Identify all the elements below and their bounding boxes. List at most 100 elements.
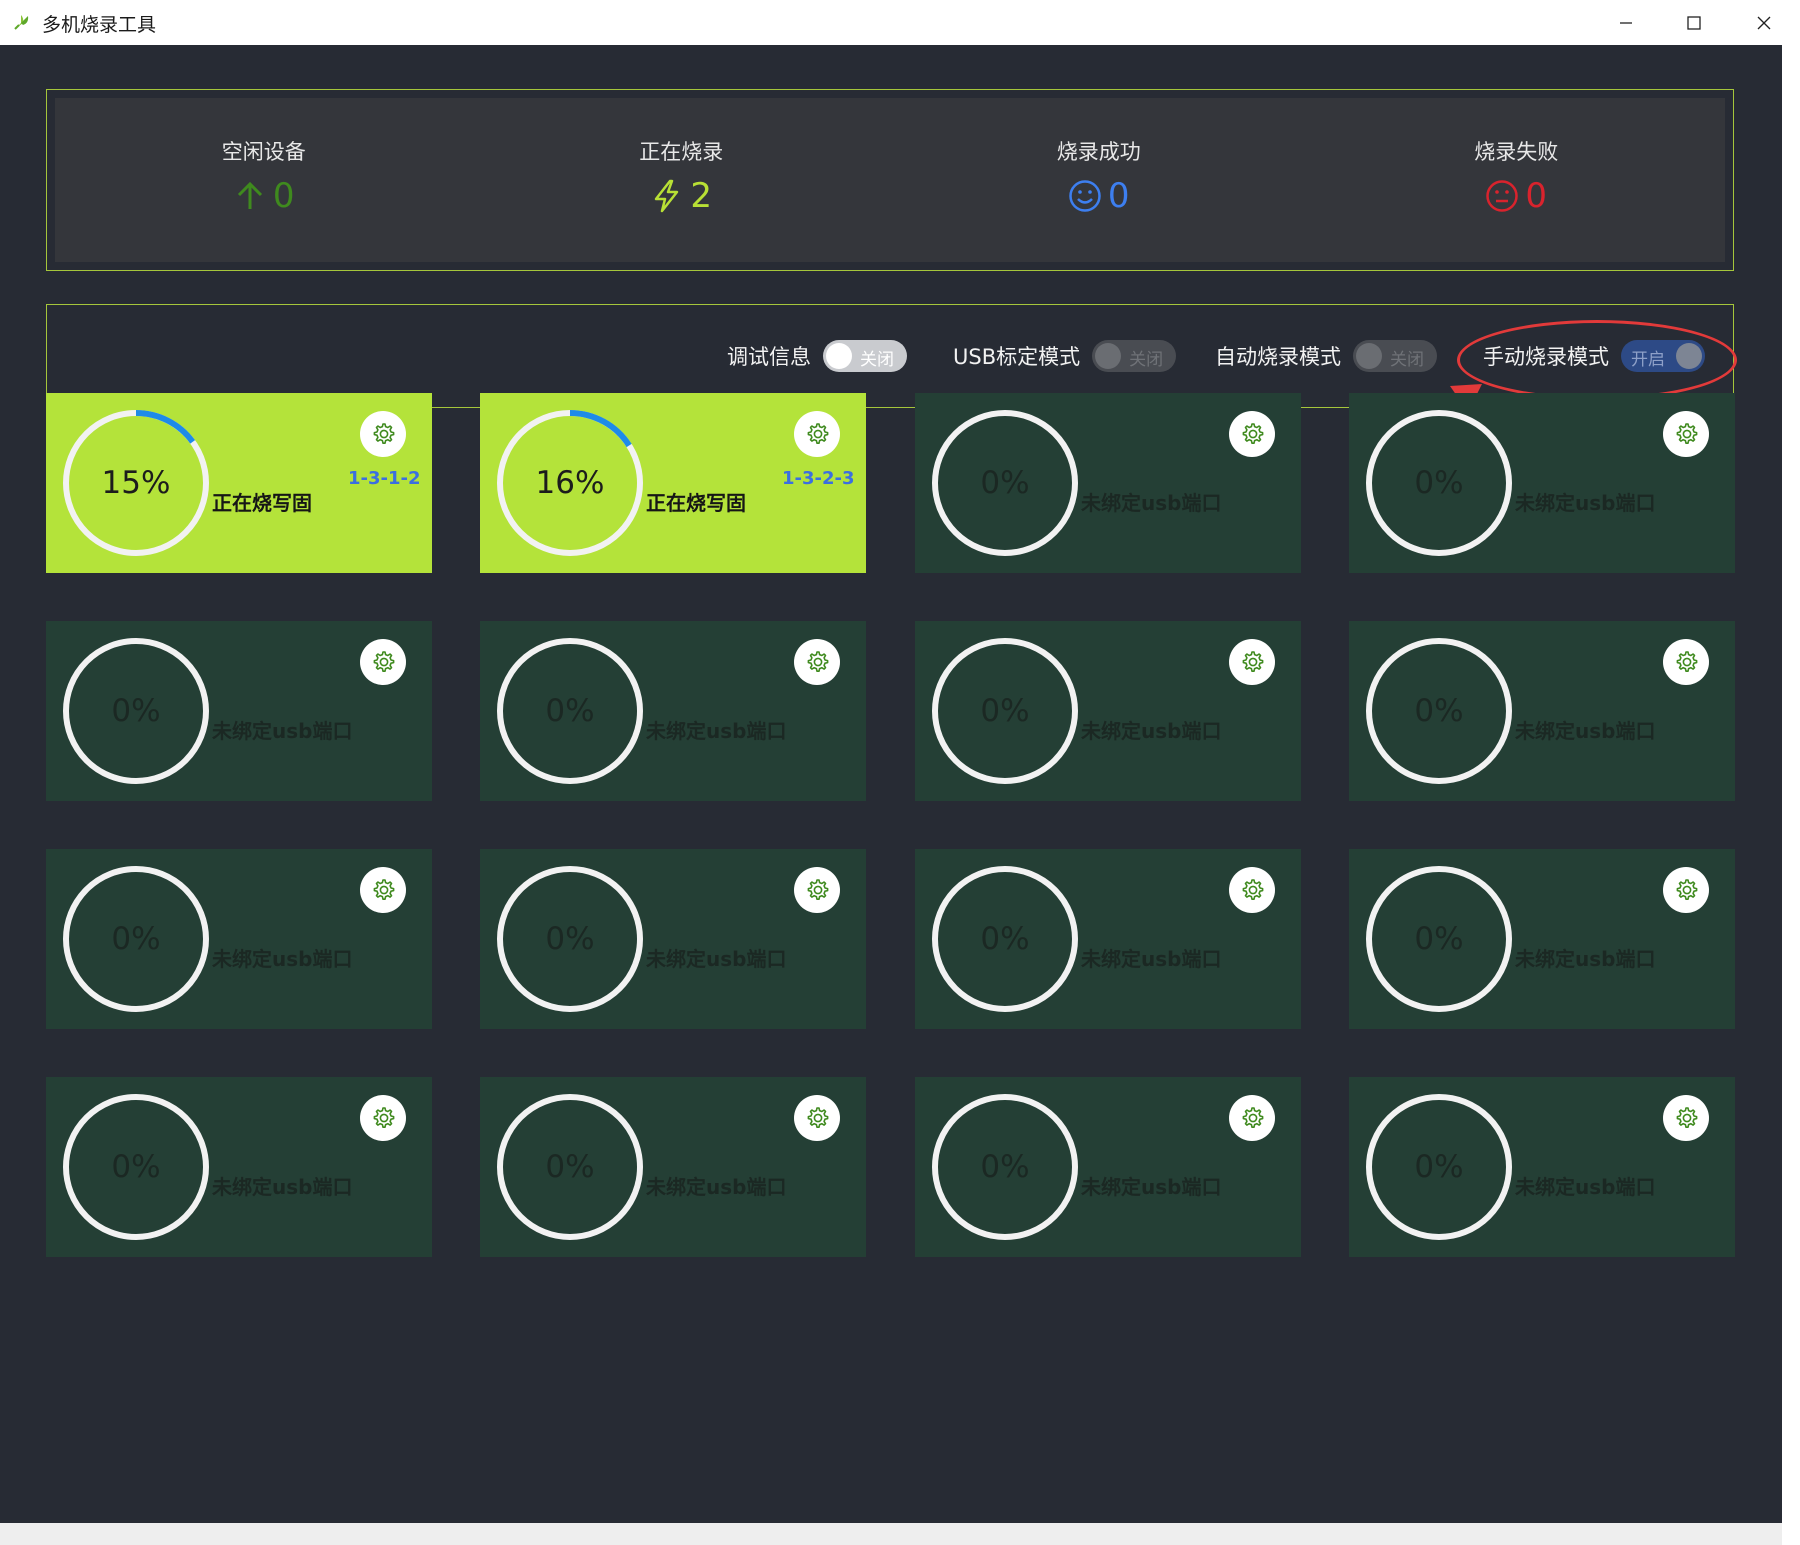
toggle-label: 自动烧录模式 (1215, 345, 1341, 369)
device-status: 正在烧写固 (212, 491, 312, 515)
device-settings-button[interactable] (360, 867, 406, 913)
stat-label: 空闲设备 (221, 140, 306, 164)
device-settings-button[interactable] (360, 411, 406, 457)
device-settings-button[interactable] (360, 1095, 406, 1141)
gear-icon (807, 879, 829, 900)
device-settings-button[interactable] (1229, 1095, 1275, 1141)
switch-state-text: 关闭 (1390, 350, 1424, 370)
device-settings-button[interactable] (1229, 411, 1275, 457)
window-edge (1782, 45, 1800, 1545)
progress-percent: 0% (545, 693, 595, 729)
toggle-usb-calibration: USB标定模式 关闭 (953, 340, 1177, 372)
progress-percent: 0% (1414, 465, 1464, 501)
stat-value: 0 (1525, 176, 1548, 216)
usb-calibration-switch[interactable]: 关闭 (1092, 340, 1177, 372)
device-card[interactable]: 0% 未绑定usb端口 (480, 1077, 866, 1257)
gear-icon (1242, 1107, 1264, 1128)
device-card[interactable]: 0% 未绑定usb端口 (46, 621, 432, 801)
gear-icon (373, 1107, 395, 1128)
device-status: 正在烧写固 (646, 491, 746, 515)
gear-icon (373, 651, 395, 672)
lightning-icon (655, 179, 679, 213)
stat-value: 2 (690, 176, 713, 216)
device-card[interactable]: 0% 未绑定usb端口 (46, 849, 432, 1029)
device-settings-button[interactable] (794, 1095, 840, 1141)
device-settings-button[interactable] (1663, 867, 1709, 913)
device-settings-button[interactable] (1229, 639, 1275, 685)
device-card[interactable]: 15% 正在烧写固 1-3-1-2 (46, 393, 432, 573)
switch-state-text: 关闭 (1129, 350, 1164, 370)
switch-state-text: 关闭 (860, 350, 894, 370)
device-settings-button[interactable] (794, 411, 840, 457)
stat-failed: 烧录失败 0 (1308, 98, 1726, 262)
progress-percent: 0% (111, 1149, 161, 1185)
device-card[interactable]: 0% 未绑定usb端口 (1349, 621, 1735, 801)
progress-percent: 0% (111, 693, 161, 729)
progress-percent: 0% (1414, 693, 1464, 729)
device-settings-button[interactable] (1229, 867, 1275, 913)
device-card[interactable]: 0% 未绑定usb端口 (480, 621, 866, 801)
device-card[interactable]: 0% 未绑定usb端口 (46, 1077, 432, 1257)
bottom-strip (0, 1523, 1782, 1545)
auto-burn-switch[interactable]: 关闭 (1353, 340, 1437, 372)
device-status: 未绑定usb端口 (646, 947, 787, 971)
gear-icon (807, 423, 829, 444)
stat-success: 烧录成功 0 (890, 98, 1308, 262)
device-settings-button[interactable] (794, 867, 840, 913)
device-card[interactable]: 0% 未绑定usb端口 (915, 1077, 1301, 1257)
stats-panel: 空闲设备 0 正在烧录 2 烧录成功 0 烧录失败 0 (46, 89, 1734, 271)
device-card[interactable]: 0% 未绑定usb端口 (1349, 849, 1735, 1029)
progress-percent: 0% (111, 921, 161, 957)
device-status: 未绑定usb端口 (1081, 719, 1222, 743)
smile-icon (1069, 180, 1101, 212)
switch-knob (1095, 343, 1122, 369)
device-status: 未绑定usb端口 (1515, 491, 1656, 515)
gear-icon (1676, 1107, 1698, 1128)
gear-icon (1676, 651, 1698, 672)
device-settings-button[interactable] (1663, 411, 1709, 457)
device-status: 未绑定usb端口 (212, 719, 353, 743)
gear-icon (373, 423, 395, 444)
device-settings-button[interactable] (794, 639, 840, 685)
device-settings-button[interactable] (360, 639, 406, 685)
debug-info-switch[interactable]: 关闭 (823, 340, 907, 372)
device-card[interactable]: 0% 未绑定usb端口 (915, 849, 1301, 1029)
stat-value: 0 (1107, 176, 1130, 216)
neutral-face-icon (1486, 180, 1519, 212)
progress-percent: 0% (980, 693, 1030, 729)
progress-percent: 0% (980, 465, 1030, 501)
stat-burning: 正在烧录 2 (473, 98, 891, 262)
device-status: 未绑定usb端口 (1515, 719, 1656, 743)
device-card[interactable]: 0% 未绑定usb端口 (1349, 1077, 1735, 1257)
device-card[interactable]: 0% 未绑定usb端口 (480, 849, 866, 1029)
maximize-button[interactable] (1662, 0, 1726, 45)
device-card[interactable]: 0% 未绑定usb端口 (1349, 393, 1735, 573)
progress-percent: 0% (1414, 1149, 1464, 1185)
close-icon (1757, 16, 1771, 29)
gear-icon (1242, 651, 1264, 672)
device-status: 未绑定usb端口 (1081, 947, 1222, 971)
device-status: 未绑定usb端口 (1515, 947, 1656, 971)
device-card[interactable]: 0% 未绑定usb端口 (915, 621, 1301, 801)
app-logo-icon (14, 15, 29, 30)
gear-icon (373, 879, 395, 900)
main-area: 空闲设备 0 正在烧录 2 烧录成功 0 烧录失败 0 调试信息 关闭 USB标… (0, 45, 1782, 1523)
device-status: 未绑定usb端口 (1515, 1175, 1656, 1199)
stat-label: 烧录成功 (1056, 140, 1141, 164)
gear-icon (807, 651, 829, 672)
title-bar: 多机烧录工具 (0, 0, 1800, 46)
device-status: 未绑定usb端口 (646, 719, 787, 743)
minimize-button[interactable] (1594, 0, 1658, 45)
close-button[interactable] (1732, 0, 1796, 45)
device-card[interactable]: 16% 正在烧写固 1-3-2-3 (480, 393, 866, 573)
gear-icon (1242, 879, 1264, 900)
progress-percent: 0% (1414, 921, 1464, 957)
device-card[interactable]: 0% 未绑定usb端口 (915, 393, 1301, 573)
gear-icon (1676, 879, 1698, 900)
device-status: 未绑定usb端口 (1081, 491, 1222, 515)
device-status: 未绑定usb端口 (212, 947, 353, 971)
gear-icon (1676, 423, 1698, 444)
arrow-up-icon (237, 181, 262, 209)
device-settings-button[interactable] (1663, 1095, 1709, 1141)
device-settings-button[interactable] (1663, 639, 1709, 685)
